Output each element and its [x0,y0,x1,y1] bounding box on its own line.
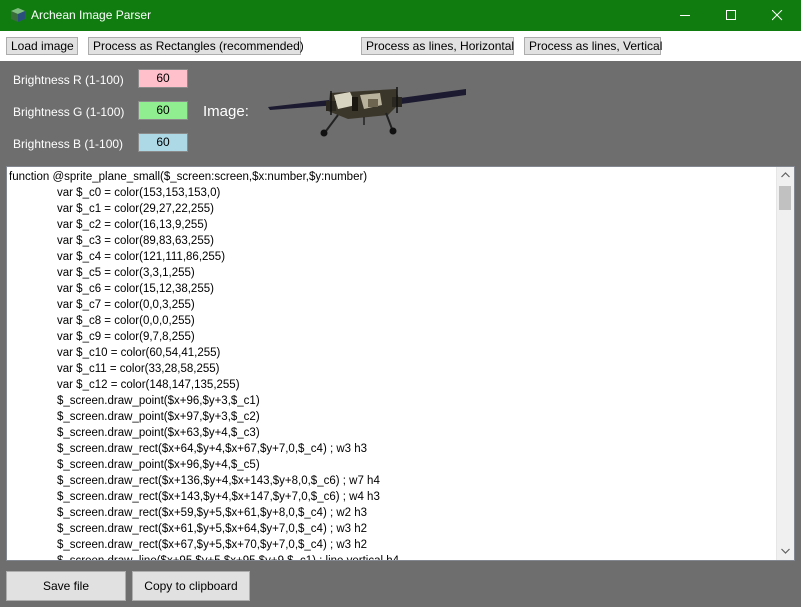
code-line: var $_c12 = color(148,147,135,255) [57,379,240,391]
code-line: $_screen.draw_rect($x+64,$y+4,$x+67,$y+7… [57,443,368,455]
close-button[interactable] [755,0,801,31]
save-file-button[interactable]: Save file [6,571,126,601]
maximize-button[interactable] [709,0,755,31]
process-lines-horizontal-button[interactable]: Process as lines, Horizontal [361,37,514,55]
window-title: Archean Image Parser [31,8,152,22]
title-bar[interactable]: Archean Image Parser [0,0,801,31]
scroll-down-button[interactable] [777,543,794,560]
code-line: $_screen.draw_point($x+96,$y+4,$_c5) [57,459,260,471]
code-line: $_screen.draw_point($x+96,$y+3,$_c1) [57,395,260,407]
code-line: var $_c0 = color(153,153,153,0) [57,187,221,199]
maximize-icon [726,10,736,20]
scroll-thumb[interactable] [779,186,791,210]
sprite-preview-image [268,87,466,137]
code-line: $_screen.draw_rect($x+59,$y+5,$x+61,$y+8… [57,507,368,519]
toolbar: Load image Process as Rectangles (recomm… [0,31,801,61]
code-line: var $_c3 = color(89,83,63,255) [57,235,214,247]
code-output-textarea[interactable]: function @sprite_plane_small($_screen:sc… [6,166,795,561]
brightness-r-input[interactable]: 60 [138,69,188,88]
code-lines: function @sprite_plane_small($_screen:sc… [9,169,774,561]
code-line: $_screen.draw_line($x+95,$y+5,$x+95,$y+9… [57,555,400,561]
brightness-b-label: Brightness B (1-100) [13,137,124,151]
brightness-r-label: Brightness R (1-100) [13,73,124,87]
code-line: var $_c1 = color(29,27,22,255) [57,203,214,215]
code-line: $_screen.draw_rect($x+143,$y+4,$x+147,$y… [57,491,380,503]
brightness-g-label: Brightness G (1-100) [13,105,125,119]
code-line: var $_c6 = color(15,12,38,255) [57,283,214,295]
code-line: var $_c5 = color(3,3,1,255) [57,267,195,279]
code-line: $_screen.draw_point($x+97,$y+3,$_c2) [57,411,260,423]
code-line: var $_c10 = color(60,54,41,255) [57,347,221,359]
code-line: function @sprite_plane_small($_screen:sc… [9,171,368,183]
minimize-button[interactable] [663,0,709,31]
code-line: var $_c2 = color(16,13,9,255) [57,219,208,231]
close-icon [772,10,783,21]
code-line: $_screen.draw_rect($x+136,$y+4,$x+143,$y… [57,475,380,487]
load-image-button[interactable]: Load image [6,37,78,55]
process-lines-vertical-button[interactable]: Process as lines, Vertical [524,37,662,55]
minimize-icon [680,15,690,16]
vertical-scrollbar[interactable] [776,167,794,560]
code-line: var $_c7 = color(0,0,3,255) [57,299,195,311]
code-line: var $_c8 = color(0,0,0,255) [57,315,195,327]
process-rectangles-button[interactable]: Process as Rectangles (recommended) [88,37,304,55]
code-line: var $_c11 = color(33,28,58,255) [57,363,220,375]
brightness-b-input[interactable]: 60 [138,133,188,152]
app-icon [11,8,25,22]
code-line: $_screen.draw_rect($x+61,$y+5,$x+64,$y+7… [57,523,368,535]
code-line: $_screen.draw_point($x+63,$y+4,$_c3) [57,427,260,439]
chevron-up-icon [781,172,790,178]
code-line: var $_c9 = color(9,7,8,255) [57,331,195,343]
code-line: $_screen.draw_rect($x+67,$y+5,$x+70,$y+7… [57,539,368,551]
copy-to-clipboard-button[interactable]: Copy to clipboard [132,571,250,601]
image-label: Image: [203,103,249,120]
chevron-down-icon [781,548,790,554]
brightness-g-input[interactable]: 60 [138,101,188,120]
scroll-up-button[interactable] [777,167,794,184]
code-line: var $_c4 = color(121,111,86,255) [57,251,226,263]
